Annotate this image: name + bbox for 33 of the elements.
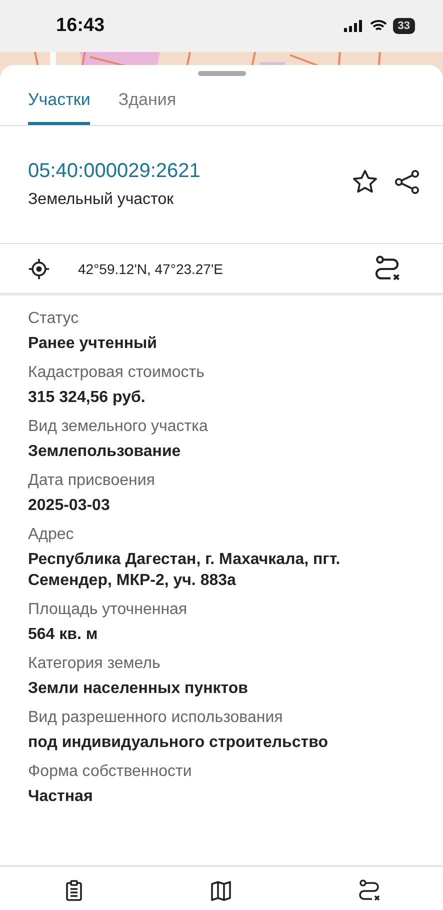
map-icon[interactable] [209,879,234,903]
property-value: Республика Дагестан, г. Махачкала, пгт. Семендер, МКР-2, уч. 883а [28,550,342,591]
property-label: Вид земельного участка [28,418,209,436]
property-value: Земли населенных пунктов [28,679,250,699]
property-label: Вид разрешенного использования [28,709,284,727]
object-type: Земельный участок [28,191,175,209]
property-value: Ранее учтенный [28,334,158,354]
property-label: Адрес [28,526,75,544]
property-label: Категория земель [28,655,162,673]
drag-handle[interactable] [198,71,246,76]
property-label: Статус [28,310,80,328]
property-label: Площадь уточненная [28,601,188,619]
tab[interactable]: Здания [118,82,176,125]
tab[interactable]: Участки [28,82,90,125]
property-label: Кадастровая стоимость [28,364,206,382]
route-icon[interactable] [373,254,401,282]
property-value: под индивидуального строительство [28,733,330,753]
share-icon[interactable] [393,168,421,196]
battery-indicator: 33 [392,18,415,34]
property-value: 2025-03-03 [28,496,111,516]
property-label: Дата присвоения [28,472,156,490]
location-target-icon[interactable] [28,258,50,280]
signal-icon [344,20,364,32]
property-value: Землепользование [28,442,182,462]
status-time: 16:43 [56,15,105,37]
property-label: Форма собственности [28,763,193,781]
property-value: 315 324,56 руб. [28,388,146,408]
property-value: Частная [28,787,94,807]
property-value: 564 кв. м [28,625,99,645]
coordinates: 42°59.12'N, 47°23.27'E [78,260,224,276]
route-icon[interactable] [357,879,382,903]
cadastral-number: 05:40:000029:2621 [28,160,202,183]
wifi-icon [370,20,387,32]
